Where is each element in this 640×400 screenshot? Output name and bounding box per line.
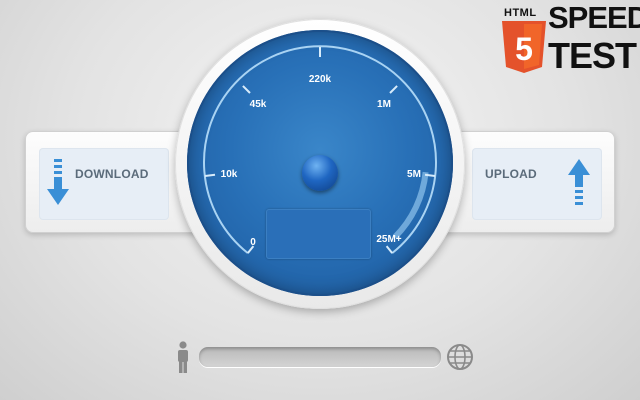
- logo-test-text: TEST: [548, 35, 637, 76]
- html5-shield-icon: 5: [502, 21, 546, 73]
- logo-speed-text: SPEED: [548, 0, 640, 35]
- download-label: DOWNLOAD: [75, 167, 149, 181]
- download-panel[interactable]: DOWNLOAD: [39, 148, 169, 220]
- logo-badge-number: 5: [515, 31, 533, 67]
- upload-label: UPLOAD: [485, 167, 537, 181]
- person-icon: [178, 341, 188, 373]
- gauge-needle-hub: [302, 155, 338, 191]
- scale-label-0: 0: [250, 237, 256, 248]
- scale-label-25m-plus: 25M+: [376, 234, 401, 245]
- scale-label-45k: 45k: [250, 99, 267, 110]
- scale-label-220k: 220k: [309, 74, 332, 85]
- progress-track: [199, 347, 441, 367]
- speed-readout: [266, 209, 371, 259]
- html5-speedtest-logo: HTML 5 SPEED TEST: [498, 0, 640, 78]
- upload-panel[interactable]: UPLOAD: [472, 148, 602, 220]
- download-arrow-icon: [47, 159, 69, 205]
- upload-arrow-icon: [568, 159, 590, 205]
- globe-icon: [447, 344, 473, 370]
- logo-html-text: HTML: [504, 7, 537, 19]
- scale-label-5m: 5M: [407, 169, 421, 180]
- scale-label-1m: 1M: [377, 99, 391, 110]
- scale-label-10k: 10k: [221, 169, 238, 180]
